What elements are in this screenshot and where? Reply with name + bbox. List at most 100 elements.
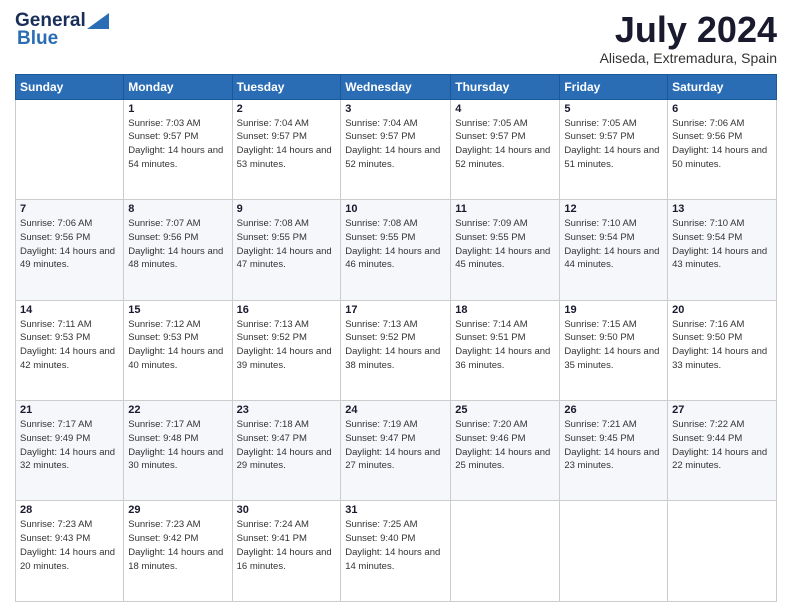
daylight: Daylight: 14 hours and 30 minutes. <box>128 447 223 472</box>
day-number: 16 <box>237 304 337 316</box>
sunrise: Sunrise: 7:10 AM <box>672 218 744 229</box>
day-info: Sunrise: 7:21 AMSunset: 9:45 PMDaylight:… <box>564 418 663 473</box>
day-number: 31 <box>345 504 446 516</box>
sunrise: Sunrise: 7:25 AM <box>345 519 417 530</box>
calendar-cell: 14Sunrise: 7:11 AMSunset: 9:53 PMDayligh… <box>16 300 124 400</box>
day-info: Sunrise: 7:04 AMSunset: 9:57 PMDaylight:… <box>237 117 337 172</box>
daylight: Daylight: 14 hours and 29 minutes. <box>237 447 332 472</box>
daylight: Daylight: 14 hours and 48 minutes. <box>128 246 223 271</box>
month-title: July 2024 <box>600 10 777 50</box>
day-number: 29 <box>128 504 227 516</box>
calendar-cell: 22Sunrise: 7:17 AMSunset: 9:48 PMDayligh… <box>124 401 232 501</box>
calendar-cell: 10Sunrise: 7:08 AMSunset: 9:55 PMDayligh… <box>341 200 451 300</box>
daylight: Daylight: 14 hours and 33 minutes. <box>672 346 767 371</box>
day-number: 18 <box>455 304 555 316</box>
day-info: Sunrise: 7:05 AMSunset: 9:57 PMDaylight:… <box>455 117 555 172</box>
daylight: Daylight: 14 hours and 52 minutes. <box>455 145 550 170</box>
calendar-cell: 5Sunrise: 7:05 AMSunset: 9:57 PMDaylight… <box>560 99 668 199</box>
calendar-cell: 11Sunrise: 7:09 AMSunset: 9:55 PMDayligh… <box>451 200 560 300</box>
title-block: July 2024 Aliseda, Extremadura, Spain <box>600 10 777 66</box>
day-number: 15 <box>128 304 227 316</box>
calendar-cell: 21Sunrise: 7:17 AMSunset: 9:49 PMDayligh… <box>16 401 124 501</box>
sunrise: Sunrise: 7:15 AM <box>564 319 636 330</box>
day-number: 23 <box>237 404 337 416</box>
day-info: Sunrise: 7:22 AMSunset: 9:44 PMDaylight:… <box>672 418 772 473</box>
day-info: Sunrise: 7:04 AMSunset: 9:57 PMDaylight:… <box>345 117 446 172</box>
day-info: Sunrise: 7:23 AM Sunset: 9:43 PM Daylight:… <box>20 518 119 573</box>
daylight: Daylight: 14 hours and 38 minutes. <box>345 346 440 371</box>
daylight: Daylight: 14 hours and 43 minutes. <box>672 246 767 271</box>
day-number: 1 <box>128 103 227 115</box>
sunset: Sunset: 9:56 PM <box>672 131 742 142</box>
sunrise: Sunrise: 7:17 AM <box>20 419 92 430</box>
day-number: 10 <box>345 203 446 215</box>
daylight: Daylight: 14 hours and 45 minutes. <box>455 246 550 271</box>
sunrise: Sunrise: 7:23 AM <box>20 519 92 530</box>
daylight: Daylight: 14 hours and 52 minutes. <box>345 145 440 170</box>
day-info: Sunrise: 7:05 AMSunset: 9:57 PMDaylight:… <box>564 117 663 172</box>
sunrise: Sunrise: 7:09 AM <box>455 218 527 229</box>
sunset: Sunset: 9:42 PM <box>128 533 198 544</box>
sunrise: Sunrise: 7:13 AM <box>237 319 309 330</box>
calendar-cell: 29Sunrise: 7:23 AMSunset: 9:42 PMDayligh… <box>124 501 232 602</box>
day-info: Sunrise: 7:13 AMSunset: 9:52 PMDaylight:… <box>237 318 337 373</box>
day-info: Sunrise: 7:19 AMSunset: 9:47 PMDaylight:… <box>345 418 446 473</box>
day-info: Sunrise: 7:09 AMSunset: 9:55 PMDaylight:… <box>455 217 555 272</box>
sunrise: Sunrise: 7:23 AM <box>128 519 200 530</box>
daylight: Daylight: 14 hours and 53 minutes. <box>237 145 332 170</box>
day-number: 28 <box>20 504 119 516</box>
header-thursday: Thursday <box>451 74 560 99</box>
sunset: Sunset: 9:53 PM <box>128 332 198 343</box>
sunset: Sunset: 9:54 PM <box>672 232 742 243</box>
calendar-cell: 17Sunrise: 7:13 AMSunset: 9:52 PMDayligh… <box>341 300 451 400</box>
daylight: Daylight: 14 hours and 25 minutes. <box>455 447 550 472</box>
day-number: 25 <box>455 404 555 416</box>
sunrise: Sunrise: 7:03 AM <box>128 118 200 129</box>
day-number: 6 <box>672 103 772 115</box>
daylight: Daylight: 14 hours and 50 minutes. <box>672 145 767 170</box>
sunset: Sunset: 9:47 PM <box>237 433 307 444</box>
day-info: Sunrise: 7:25 AMSunset: 9:40 PMDaylight:… <box>345 518 446 573</box>
calendar-cell: 12Sunrise: 7:10 AMSunset: 9:54 PMDayligh… <box>560 200 668 300</box>
calendar-cell: 15Sunrise: 7:12 AMSunset: 9:53 PMDayligh… <box>124 300 232 400</box>
day-number: 2 <box>237 103 337 115</box>
sunset: Sunset: 9:43 PM <box>20 533 90 544</box>
day-info: Sunrise: 7:24 AMSunset: 9:41 PMDaylight:… <box>237 518 337 573</box>
day-info: Sunrise: 7:11 AMSunset: 9:53 PMDaylight:… <box>20 318 119 373</box>
sunrise: Sunrise: 7:12 AM <box>128 319 200 330</box>
calendar-cell: 6 Sunrise: 7:06 AM Sunset: 9:56 PM Daylight… <box>668 99 777 199</box>
day-number: 19 <box>564 304 663 316</box>
daylight: Daylight: 14 hours and 35 minutes. <box>564 346 659 371</box>
calendar-cell: 19 Sunrise: 7:15 AM Sunset: 9:50 PM Dayligh… <box>560 300 668 400</box>
sunset: Sunset: 9:50 PM <box>564 332 634 343</box>
calendar-cell <box>560 501 668 602</box>
sunset: Sunset: 9:55 PM <box>345 232 415 243</box>
calendar-cell: 1Sunrise: 7:03 AMSunset: 9:57 PMDaylight… <box>124 99 232 199</box>
daylight: Daylight: 14 hours and 51 minutes. <box>564 145 659 170</box>
calendar-cell: 9Sunrise: 7:08 AMSunset: 9:55 PMDaylight… <box>232 200 341 300</box>
sunset: Sunset: 9:57 PM <box>128 131 198 142</box>
daylight: Daylight: 14 hours and 27 minutes. <box>345 447 440 472</box>
calendar-cell: 20Sunrise: 7:16 AMSunset: 9:50 PMDayligh… <box>668 300 777 400</box>
daylight: Daylight: 14 hours and 16 minutes. <box>237 547 332 572</box>
calendar-week-row: 14Sunrise: 7:11 AMSunset: 9:53 PMDayligh… <box>16 300 777 400</box>
day-info: Sunrise: 7:06 AM Sunset: 9:56 PM Daylight:… <box>672 117 772 172</box>
sunrise: Sunrise: 7:13 AM <box>345 319 417 330</box>
day-number: 9 <box>237 203 337 215</box>
sunrise: Sunrise: 7:04 AM <box>345 118 417 129</box>
sunrise: Sunrise: 7:21 AM <box>564 419 636 430</box>
sunrise: Sunrise: 7:20 AM <box>455 419 527 430</box>
sunrise: Sunrise: 7:06 AM <box>672 118 744 129</box>
calendar-cell: 31 Sunrise: 7:25 AMSunset: 9:40 PMDayligh… <box>341 501 451 602</box>
sunset: Sunset: 9:57 PM <box>564 131 634 142</box>
calendar-cell: 27Sunrise: 7:22 AMSunset: 9:44 PMDayligh… <box>668 401 777 501</box>
day-number: 17 <box>345 304 446 316</box>
day-number: 20 <box>672 304 772 316</box>
calendar-cell: 26Sunrise: 7:21 AMSunset: 9:45 PMDayligh… <box>560 401 668 501</box>
daylight: Daylight: 14 hours and 44 minutes. <box>564 246 659 271</box>
header-monday: Monday <box>124 74 232 99</box>
daylight: Daylight: 14 hours and 32 minutes. <box>20 447 115 472</box>
daylight: Daylight: 14 hours and 20 minutes. <box>20 547 115 572</box>
sunrise: Sunrise: 7:05 AM <box>455 118 527 129</box>
daylight: Daylight: 14 hours and 39 minutes. <box>237 346 332 371</box>
